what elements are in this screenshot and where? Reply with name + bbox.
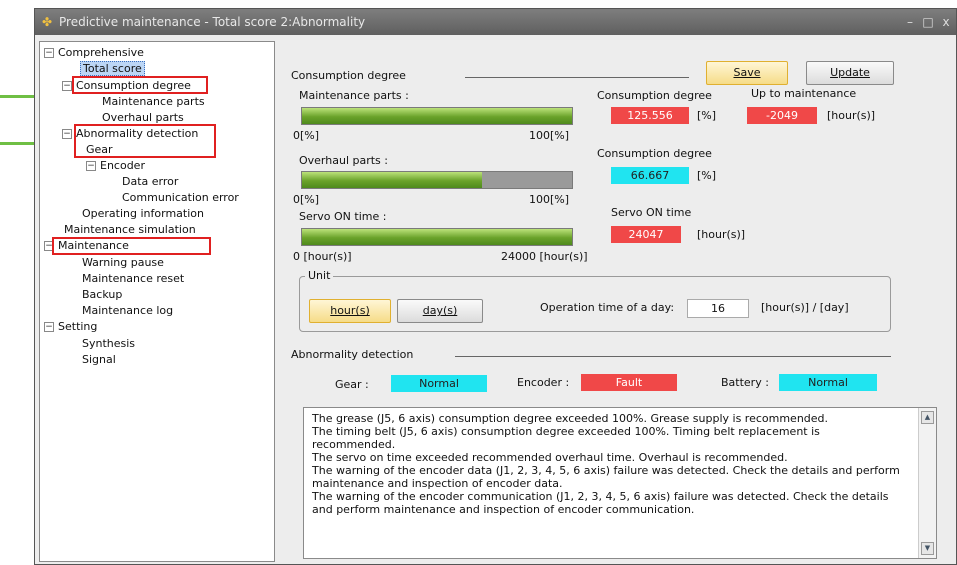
save-button[interactable]: Save <box>706 61 788 85</box>
tree-item-maintenance-log[interactable]: Maintenance log <box>82 303 173 318</box>
up-to-maintenance-label: Up to maintenance <box>751 87 857 100</box>
bar2-min-label: 0[%] <box>293 193 320 206</box>
close-icon[interactable]: x <box>939 9 953 35</box>
tree-item-backup[interactable]: Backup <box>82 287 122 302</box>
bar1-min-label: 0[%] <box>293 129 320 142</box>
tree-item-data-error[interactable]: Data error <box>122 174 178 189</box>
collapse-icon[interactable]: − <box>44 322 54 332</box>
collapse-icon[interactable]: − <box>86 161 96 171</box>
update-button[interactable]: Update <box>806 61 894 85</box>
tree-item-overhaul-parts[interactable]: Overhaul parts <box>102 110 184 125</box>
tree-item-comprehensive[interactable]: − Comprehensive <box>44 45 144 60</box>
consumption-degree-unit-2: [%] <box>697 169 717 182</box>
encoder-status: Fault <box>581 374 677 391</box>
navigation-tree: − Comprehensive Total score − Consumption … <box>39 41 275 562</box>
consumption-degree-label-1: Consumption degree <box>597 89 712 102</box>
maximize-icon[interactable]: □ <box>921 9 935 35</box>
tree-item-maintenance-reset[interactable]: Maintenance reset <box>82 271 184 286</box>
highlight-maintenance <box>52 237 211 255</box>
tree-item-encoder[interactable]: − Encoder <box>86 158 145 173</box>
servo-on-time-title: Servo ON time <box>611 206 692 219</box>
message-line: The warning of the encoder data (J1, 2, … <box>312 464 900 490</box>
maintenance-parts-label: Maintenance parts : <box>299 89 409 102</box>
tree-item-maintenance-parts[interactable]: Maintenance parts <box>102 94 205 109</box>
consumption-degree-value-2: 66.667 <box>611 167 689 184</box>
message-line: The timing belt (J5, 6 axis) consumption… <box>312 425 820 451</box>
bar2-max-label: 100[%] <box>529 193 570 206</box>
battery-label: Battery : <box>721 376 769 389</box>
consumption-section-title: Consumption degree <box>291 69 406 82</box>
operation-time-label: Operation time of a day: <box>540 301 675 314</box>
consumption-degree-label-2: Consumption degree <box>597 147 712 160</box>
abnormality-section-title: Abnormality detection <box>291 348 414 361</box>
servo-on-time-bar <box>301 228 573 246</box>
gear-label: Gear : <box>335 378 369 391</box>
servo-on-time-unit: [hour(s)] <box>697 228 746 241</box>
consumption-degree-unit-1: [%] <box>697 109 717 122</box>
servo-on-time-bar-fill <box>302 229 572 245</box>
servo-on-time-value: 24047 <box>611 226 681 243</box>
scroll-down-icon[interactable]: ▼ <box>921 542 934 555</box>
tree-item-communication-error[interactable]: Communication error <box>122 190 239 205</box>
window-title: Predictive maintenance - Total score 2:A… <box>59 15 366 29</box>
message-scrollbar[interactable]: ▲ ▼ <box>918 408 936 558</box>
operation-time-input[interactable]: 16 <box>687 299 749 318</box>
days-button[interactable]: day(s) <box>397 299 483 323</box>
overhaul-parts-bar <box>301 171 573 189</box>
predictive-maintenance-window: ✤ Predictive maintenance - Total score 2… <box>34 8 957 565</box>
bar3-min-label: 0 [hour(s)] <box>293 250 352 263</box>
hours-button[interactable]: hour(s) <box>309 299 391 323</box>
tree-item-signal[interactable]: Signal <box>82 352 116 367</box>
operation-time-unit: [hour(s)] / [day] <box>761 301 849 314</box>
overhaul-parts-bar-fill <box>302 172 483 188</box>
collapse-icon[interactable]: − <box>44 48 54 58</box>
bar3-max-label: 24000 [hour(s)] <box>501 250 588 263</box>
highlight-abnormality-detection <box>74 124 216 158</box>
bar1-max-label: 100[%] <box>529 129 570 142</box>
tree-item-total-score[interactable]: Total score <box>80 61 145 76</box>
battery-status: Normal <box>779 374 877 391</box>
up-to-maintenance-value: -2049 <box>747 107 817 124</box>
robot-app-icon: ✤ <box>42 15 53 29</box>
maintenance-parts-bar-fill <box>302 108 572 124</box>
maintenance-parts-bar <box>301 107 573 125</box>
highlight-consumption-degree <box>72 76 208 94</box>
message-line: The warning of the encoder communication… <box>312 490 889 516</box>
consumption-degree-value-1: 125.556 <box>611 107 689 124</box>
title-bar: ✤ Predictive maintenance - Total score 2… <box>35 9 956 35</box>
overhaul-parts-label: Overhaul parts : <box>299 154 388 167</box>
tree-item-warning-pause[interactable]: Warning pause <box>82 255 164 270</box>
up-to-maintenance-unit: [hour(s)] <box>827 109 876 122</box>
main-panel: Consumption degree Save Update Maintenan… <box>279 41 955 562</box>
unit-legend: Unit <box>305 269 334 282</box>
message-log[interactable]: The grease (J5, 6 axis) consumption degr… <box>303 407 937 559</box>
minimize-icon[interactable]: – <box>903 9 917 35</box>
tree-item-synthesis[interactable]: Synthesis <box>82 336 135 351</box>
message-line: The grease (J5, 6 axis) consumption degr… <box>312 412 829 425</box>
tree-item-operating-information[interactable]: Operating information <box>82 206 204 221</box>
message-line: The servo on time exceeded recommended o… <box>312 451 788 464</box>
tree-item-setting[interactable]: − Setting <box>44 319 97 334</box>
scroll-up-icon[interactable]: ▲ <box>921 411 934 424</box>
collapse-icon[interactable]: − <box>62 129 72 139</box>
collapse-icon[interactable]: − <box>62 81 72 91</box>
gear-status: Normal <box>391 375 487 392</box>
encoder-label: Encoder : <box>517 376 570 389</box>
servo-on-time-label: Servo ON time : <box>299 210 387 223</box>
tree-item-maintenance-simulation[interactable]: Maintenance simulation <box>64 222 196 237</box>
